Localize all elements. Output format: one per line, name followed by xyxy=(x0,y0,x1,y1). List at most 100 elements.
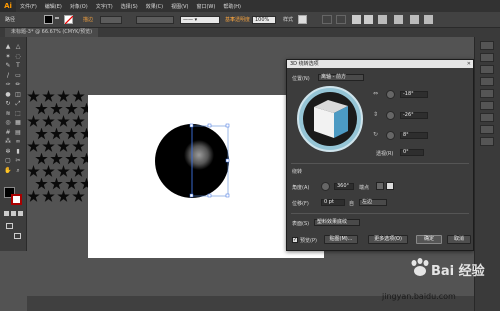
selection-handle[interactable] xyxy=(225,193,230,198)
preferences-icon[interactable] xyxy=(336,15,346,24)
surface-dropdown[interactable]: 塑料效果底纹 xyxy=(314,219,360,226)
color-panel-icon[interactable] xyxy=(480,41,494,50)
menu-item[interactable]: 对象(O) xyxy=(66,3,92,10)
select-similar-icon[interactable] xyxy=(410,15,419,24)
document-tab[interactable]: 未标题-3* @ 66.67% (CMYK/预览) xyxy=(5,28,99,37)
selection-handle[interactable] xyxy=(189,123,194,128)
rotate-y-field[interactable]: -26° xyxy=(400,112,428,119)
transform-icon[interactable] xyxy=(364,15,373,24)
menu-item[interactable]: 文件(F) xyxy=(16,3,41,10)
map-art-button[interactable]: 贴图(M)... xyxy=(324,235,358,244)
brush-definition-dropdown[interactable]: —— ▾ xyxy=(180,16,220,24)
selection-handle[interactable] xyxy=(225,123,230,128)
rotate-x-field[interactable]: -18° xyxy=(400,91,428,98)
mesh-tool-icon[interactable]: # xyxy=(4,129,12,136)
rectangle-tool-icon[interactable]: ▭ xyxy=(14,72,22,79)
slice-tool-icon[interactable]: ✂ xyxy=(14,157,22,164)
menu-item[interactable]: 选择(S) xyxy=(117,3,142,10)
graphic-style-swatch[interactable] xyxy=(298,15,307,24)
selection-handle[interactable] xyxy=(189,193,194,198)
isolate-object-icon[interactable] xyxy=(378,15,387,24)
shape-builder-icon[interactable]: ◎ xyxy=(4,119,12,126)
rotate-tool-icon[interactable]: ↻ xyxy=(4,100,12,107)
artboard-tool-icon[interactable]: ▢ xyxy=(4,157,12,164)
toolbar-stroke-swatch[interactable] xyxy=(11,194,22,205)
ok-button[interactable]: 确定 xyxy=(416,235,442,244)
symbols-panel-icon[interactable] xyxy=(480,77,494,86)
menu-item[interactable]: 文字(T) xyxy=(92,3,117,10)
magic-wand-icon[interactable]: ✶ xyxy=(4,53,12,60)
selection-handle[interactable] xyxy=(207,193,212,198)
rotate-y-knob[interactable] xyxy=(386,111,395,120)
rotation-cube-icon[interactable] xyxy=(312,98,350,140)
selection-handle[interactable] xyxy=(207,123,212,128)
menu-item[interactable]: 效果(C) xyxy=(142,3,167,10)
screen-mode-icon[interactable] xyxy=(14,233,21,239)
symbol-sprayer-icon[interactable]: ✼ xyxy=(4,148,12,155)
more-options-button[interactable]: 更多选项(O) xyxy=(368,235,408,244)
opacity-field[interactable]: 100% xyxy=(252,16,276,24)
blend-tool-icon[interactable]: ∞ xyxy=(14,138,22,145)
fill-dropdown-icon[interactable] xyxy=(55,17,59,22)
hand-tool-icon[interactable]: ✋ xyxy=(4,167,12,174)
selection-tool-icon[interactable]: ▲ xyxy=(4,43,12,50)
eyedropper-icon[interactable]: ⁂ xyxy=(4,138,12,145)
zoom-tool-icon[interactable]: ⌕ xyxy=(14,167,22,174)
gradient-tool-icon[interactable]: ▤ xyxy=(14,129,22,136)
rotate-z-knob[interactable] xyxy=(386,131,395,140)
column-graph-icon[interactable]: ▮ xyxy=(14,148,22,155)
align-icon[interactable] xyxy=(352,15,361,24)
lasso-icon[interactable]: ◌ xyxy=(14,53,22,60)
type-tool-icon[interactable]: T xyxy=(14,62,22,69)
draw-normal-icon[interactable] xyxy=(6,223,13,229)
perspective-field[interactable]: 0° xyxy=(400,149,424,156)
line-tool-icon[interactable]: / xyxy=(4,72,12,79)
pencil-icon[interactable]: ✏ xyxy=(14,81,22,88)
gradient-panel-icon[interactable] xyxy=(480,101,494,110)
rotate-x-knob[interactable] xyxy=(386,90,395,99)
offset-field[interactable]: 0 pt xyxy=(321,199,345,206)
stroke-weight-field[interactable] xyxy=(100,16,122,24)
appearance-panel-icon[interactable] xyxy=(480,125,494,134)
preview-checkbox[interactable]: ✓ xyxy=(292,237,298,243)
gradient-mode-icon[interactable] xyxy=(11,211,16,216)
perspective-grid-icon[interactable]: ▦ xyxy=(14,119,22,126)
angle-knob[interactable] xyxy=(321,182,330,191)
menu-item[interactable]: 帮助(H) xyxy=(219,3,245,10)
document-setup-icon[interactable] xyxy=(322,15,332,24)
selection-handle[interactable] xyxy=(225,158,230,163)
menu-item[interactable]: 编辑(E) xyxy=(41,3,66,10)
pen-tool-icon[interactable]: ✎ xyxy=(4,62,12,69)
transparency-panel-icon[interactable] xyxy=(480,113,494,122)
cap-on-icon[interactable] xyxy=(376,182,384,190)
position-dropdown[interactable]: 离轴 - 前方 xyxy=(318,74,364,81)
none-mode-icon[interactable] xyxy=(18,211,23,216)
recolor-icon[interactable] xyxy=(394,15,403,24)
paintbrush-icon[interactable]: ✑ xyxy=(4,81,12,88)
rotate-z-field[interactable]: 8° xyxy=(400,132,428,139)
direct-selection-tool-icon[interactable]: △ xyxy=(14,43,22,50)
stroke-swatch[interactable] xyxy=(64,15,73,24)
angle-field[interactable]: 360° xyxy=(334,183,354,190)
free-transform-icon[interactable]: ⬚ xyxy=(14,110,22,117)
cap-off-icon[interactable] xyxy=(386,182,394,190)
eraser-icon[interactable]: ◫ xyxy=(14,91,22,98)
variable-width-dropdown[interactable] xyxy=(136,16,174,24)
from-dropdown[interactable]: 左边 xyxy=(359,199,387,206)
stroke-label[interactable]: 描边 xyxy=(83,16,93,23)
stroke-panel-icon[interactable] xyxy=(480,89,494,98)
width-tool-icon[interactable]: ≋ xyxy=(4,110,12,117)
layers-panel-icon[interactable] xyxy=(480,137,494,146)
color-mode-icon[interactable] xyxy=(4,211,9,216)
opacity-label[interactable]: 不透明度 xyxy=(230,16,250,23)
track-cube-widget[interactable] xyxy=(297,86,363,152)
swatches-panel-icon[interactable] xyxy=(480,53,494,62)
scale-tool-icon[interactable]: ⤢ xyxy=(14,100,22,107)
menu-item[interactable]: 视图(V) xyxy=(167,3,192,10)
blob-brush-icon[interactable]: ● xyxy=(4,91,12,98)
cancel-button[interactable]: 取消 xyxy=(447,235,471,244)
panel-menu-icon[interactable] xyxy=(424,15,433,24)
fill-swatch[interactable] xyxy=(44,15,53,24)
menu-item[interactable]: 窗口(W) xyxy=(192,3,219,10)
close-icon[interactable]: ✕ xyxy=(467,60,471,68)
